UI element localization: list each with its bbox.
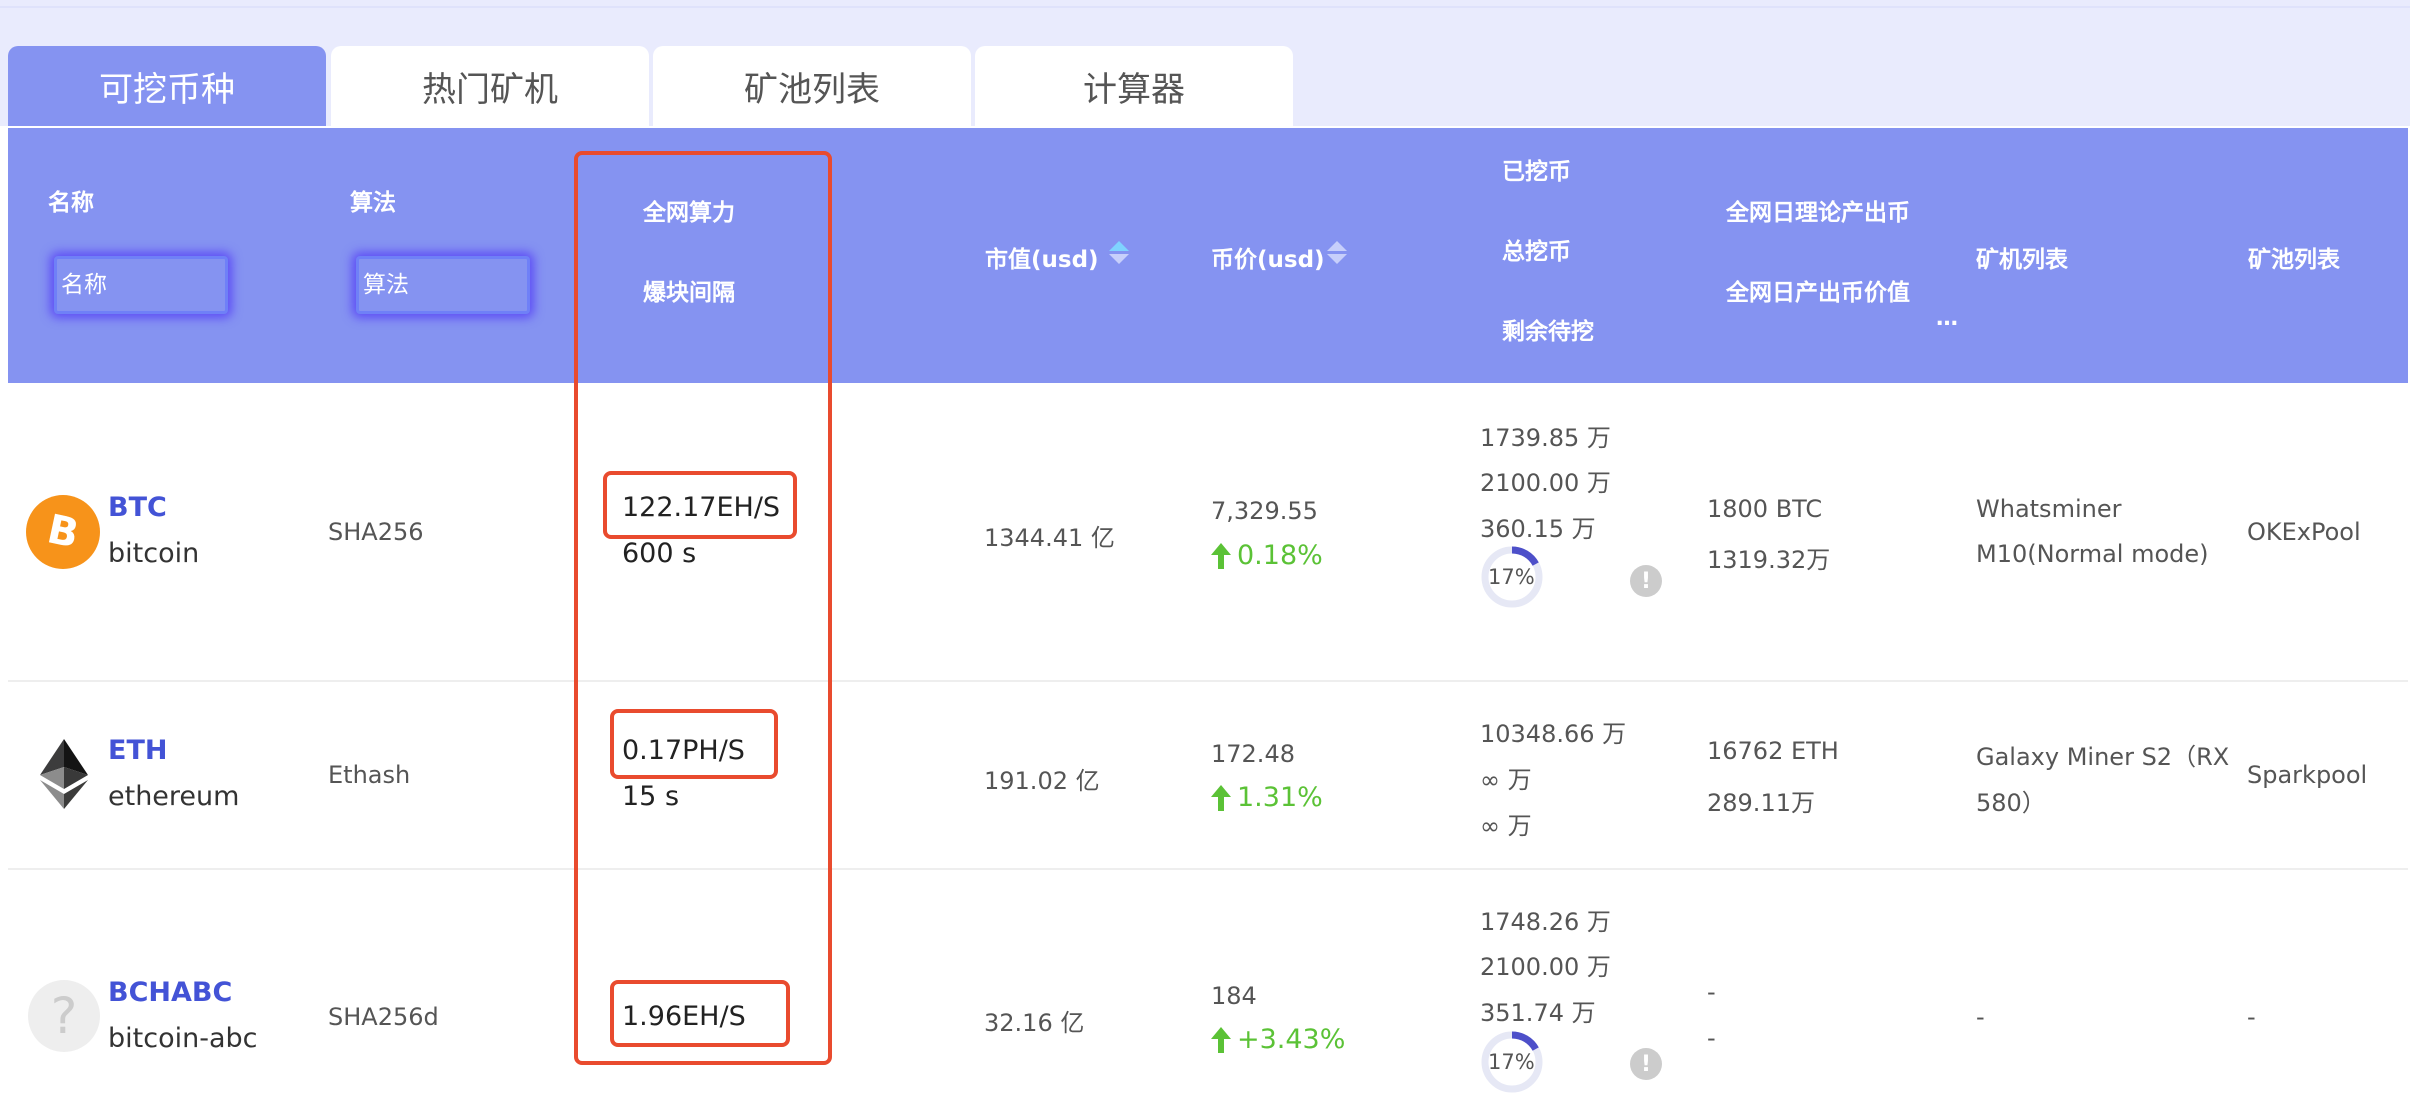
daily-output-coins: 1800 BTC (1707, 495, 1823, 523)
arrow-up-icon (1211, 784, 1231, 811)
algorithm-value: Ethash (328, 761, 411, 789)
total-supply-value: ∞ 万 (1480, 766, 1532, 794)
mined-value: 10348.66 万 (1480, 720, 1627, 748)
coin-name: bitcoin (108, 538, 200, 569)
price-change: 1.31% (1211, 782, 1323, 813)
hashrate-highlight-eth (610, 709, 778, 779)
miner-list-column-label: 矿机列表 (1976, 247, 2068, 273)
unknown-coin-icon: ? (28, 980, 100, 1052)
price-sort-icon[interactable] (1327, 241, 1347, 264)
miner-name-line2[interactable]: M10(Normal mode) (1976, 540, 2209, 568)
daily-output-coins: - (1707, 978, 1716, 1006)
daily-output-coins: 16762 ETH (1707, 737, 1839, 765)
remaining-value: 351.74 万 (1480, 999, 1596, 1027)
bitcoin-icon: B (26, 495, 100, 569)
algorithm-value: SHA256d (328, 1003, 439, 1031)
hashrate-highlight-bchabc (610, 980, 790, 1047)
daily-output-value: 1319.32万 (1707, 546, 1831, 574)
hashrate-highlight-btc (603, 471, 797, 539)
price-change-value: 1.31% (1237, 782, 1323, 813)
miner-name-line1[interactable]: - (1976, 1003, 1985, 1031)
pool-name[interactable]: OKExPool (2247, 518, 2361, 546)
total-supply-column-label: 总挖币 (1502, 239, 1571, 265)
coin-name: ethereum (108, 781, 240, 812)
total-supply-value: 2100.00 万 (1480, 953, 1611, 981)
daily-output-value: - (1707, 1024, 1716, 1052)
top-divider (0, 6, 2410, 8)
hashrate-column-highlight (574, 151, 832, 1065)
daily-output-column-label: 全网日理论产出币 (1726, 200, 1910, 226)
table-header: 名称 算法 全网算力 爆块间隔 市值(usd) 币价(usd) 已挖币 总挖币 … (8, 128, 2408, 383)
mining-progress-label: 17% (1488, 565, 1535, 589)
tab-minable-coins[interactable]: 可挖币种 (8, 46, 326, 126)
price-change-value: 0.18% (1237, 540, 1323, 571)
coin-symbol-link[interactable]: BTC (108, 492, 167, 523)
price-column-label[interactable]: 币价(usd) (1211, 240, 1325, 274)
price-change-value: +3.43% (1237, 1024, 1346, 1055)
market-cap-value: 32.16 亿 (984, 1009, 1085, 1037)
mined-value: 1739.85 万 (1480, 424, 1611, 452)
mining-progress-label: 17% (1488, 1050, 1535, 1074)
more-ellipsis: … (1936, 306, 1958, 331)
mined-value: 1748.26 万 (1480, 908, 1611, 936)
arrow-up-icon (1211, 542, 1231, 569)
pool-list-column-label: 矿池列表 (2248, 247, 2340, 273)
market-cap-column-label[interactable]: 市值(usd) (985, 240, 1099, 274)
market-cap-sort-icon[interactable] (1109, 241, 1129, 264)
coin-symbol-link[interactable]: ETH (108, 735, 167, 766)
info-icon[interactable]: ! (1630, 565, 1662, 597)
name-column-label: 名称 (48, 190, 94, 216)
daily-output-value: 289.11万 (1707, 789, 1815, 817)
algorithm-filter-input[interactable] (356, 256, 530, 314)
price-change: +3.43% (1211, 1024, 1345, 1055)
coin-name: bitcoin-abc (108, 1023, 258, 1054)
miner-name-line1[interactable]: Whatsminer (1976, 495, 2121, 523)
market-cap-value: 1344.41 亿 (984, 524, 1115, 552)
pool-name[interactable]: - (2247, 1003, 2256, 1031)
arrow-up-icon (1211, 1026, 1231, 1053)
total-supply-value: 2100.00 万 (1480, 469, 1611, 497)
row-divider (8, 680, 2408, 682)
info-icon[interactable]: ! (1630, 1048, 1662, 1080)
row-divider (8, 868, 2408, 870)
price-value: 7,329.55 (1211, 497, 1318, 525)
mined-column-label: 已挖币 (1502, 159, 1571, 185)
remaining-value: 360.15 万 (1480, 515, 1596, 543)
price-value: 184 (1211, 982, 1257, 1010)
algorithm-value: SHA256 (328, 518, 424, 546)
pool-name[interactable]: Sparkpool (2247, 761, 2367, 789)
miner-name-line1[interactable]: Galaxy Miner S2（RX (1976, 737, 2229, 772)
miner-name-line2[interactable]: 580） (1976, 783, 2046, 818)
algorithm-column-label: 算法 (350, 190, 396, 216)
tab-hot-miners[interactable]: 热门矿机 (331, 46, 649, 126)
remaining-value: ∞ 万 (1480, 812, 1532, 840)
remaining-column-label: 剩余待挖 (1502, 319, 1594, 345)
name-filter-input[interactable] (54, 256, 228, 314)
price-change: 0.18% (1211, 540, 1323, 571)
daily-output-value-column-label: 全网日产出币价值 (1726, 280, 1910, 306)
ethereum-icon (40, 739, 88, 809)
price-value: 172.48 (1211, 740, 1295, 768)
tab-pool-list[interactable]: 矿池列表 (653, 46, 971, 126)
tab-calculator[interactable]: 计算器 (975, 46, 1293, 126)
market-cap-value: 191.02 亿 (984, 767, 1100, 795)
coin-symbol-link[interactable]: BCHABC (108, 977, 232, 1008)
